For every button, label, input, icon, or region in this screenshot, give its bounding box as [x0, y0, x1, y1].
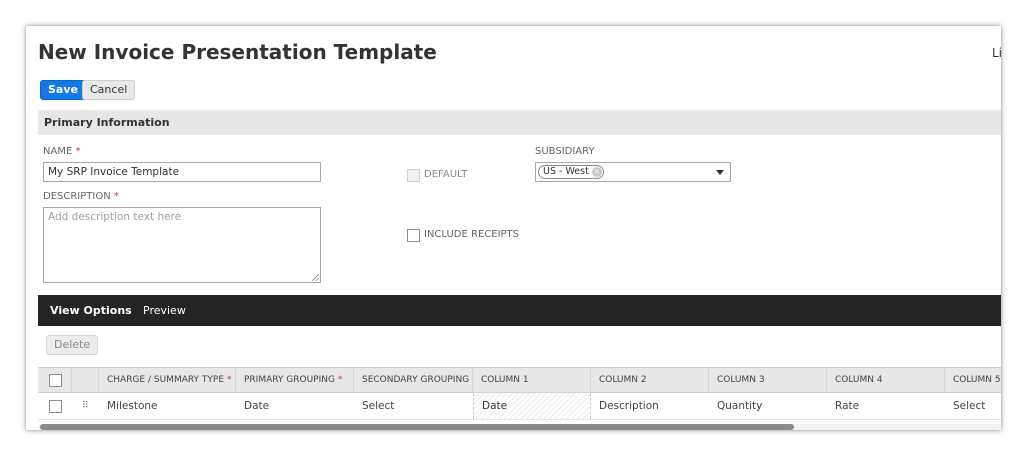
cell-column-1[interactable]: Date	[473, 393, 591, 419]
horizontal-scrollbar-thumb[interactable]	[40, 424, 794, 430]
name-input[interactable]: My SRP Invoice Template	[43, 162, 321, 182]
default-checkbox[interactable]	[407, 169, 420, 182]
drag-column-header	[72, 368, 99, 392]
tab-preview[interactable]: Preview	[143, 295, 186, 326]
column-header-charge-summary-type[interactable]: CHARGE / SUMMARY TYPE *	[99, 368, 236, 392]
remove-chip-icon[interactable]: ×	[591, 167, 602, 177]
column-header-primary-grouping[interactable]: PRIMARY GROUPING *	[236, 368, 354, 392]
cell-column-2[interactable]: Description	[591, 393, 709, 419]
cell-primary-grouping[interactable]: Date	[236, 393, 354, 419]
required-mark: *	[75, 146, 81, 157]
description-placeholder: Add description text here	[48, 211, 182, 223]
column-header-column-2[interactable]: COLUMN 2	[591, 368, 709, 392]
cell-secondary-grouping[interactable]: Select	[354, 393, 473, 419]
drag-handle-icon[interactable]: ⠿	[82, 401, 90, 412]
grid-header: CHARGE / SUMMARY TYPE * PRIMARY GROUPING…	[38, 367, 1001, 393]
required-mark: *	[337, 375, 343, 385]
column-header-column-5[interactable]: COLUMN 5	[945, 368, 1001, 392]
cancel-button[interactable]: Cancel	[82, 80, 136, 100]
subsidiary-chip-label: US - West	[543, 166, 589, 177]
cut-off-header-text: Li	[992, 46, 1001, 60]
cell-column-5[interactable]: Select	[945, 393, 1001, 419]
default-label: DEFAULT	[424, 169, 468, 180]
save-button[interactable]: Save	[40, 80, 86, 100]
invoice-template-form: New Invoice Presentation Template Li Sav…	[26, 26, 1001, 430]
delete-button[interactable]: Delete	[46, 335, 99, 355]
subsidiary-chip: US - West ×	[538, 165, 604, 179]
chevron-down-icon[interactable]	[716, 170, 724, 175]
include-receipts-checkbox[interactable]	[407, 229, 420, 242]
cell-column-3[interactable]: Quantity	[709, 393, 827, 419]
select-all-checkbox[interactable]	[49, 374, 62, 387]
name-label-text: NAME	[43, 146, 73, 157]
required-mark: *	[226, 375, 232, 385]
description-label-text: DESCRIPTION	[43, 191, 111, 202]
column-header-label: PRIMARY GROUPING	[244, 375, 335, 385]
required-mark: *	[113, 191, 119, 202]
tab-view-options[interactable]: View Options	[50, 295, 132, 326]
column-header-label: CHARGE / SUMMARY TYPE	[107, 375, 225, 385]
description-label: DESCRIPTION *	[43, 191, 119, 202]
name-label: NAME *	[43, 146, 80, 157]
select-all-cell	[38, 368, 72, 392]
column-header-column-1[interactable]: COLUMN 1	[473, 368, 591, 392]
cell-column-4[interactable]: Rate	[827, 393, 945, 419]
column-header-column-3[interactable]: COLUMN 3	[709, 368, 827, 392]
cell-charge-summary-type[interactable]: Milestone	[99, 393, 236, 419]
description-textarea[interactable]: Add description text here	[43, 207, 321, 283]
name-input-value: My SRP Invoice Template	[48, 166, 180, 178]
column-header-secondary-grouping[interactable]: SECONDARY GROUPING	[354, 368, 473, 392]
resize-handle-icon[interactable]	[312, 274, 319, 281]
subsidiary-label: SUBSIDIARY	[535, 146, 595, 157]
subsidiary-select[interactable]: US - West ×	[535, 162, 731, 182]
table-row[interactable]: ⠿ Milestone Date Select Date Description…	[38, 393, 1001, 420]
column-header-column-4[interactable]: COLUMN 4	[827, 368, 945, 392]
subtab-bar: View Options Preview	[38, 295, 1001, 326]
primary-information-header[interactable]: Primary Information	[38, 110, 1001, 135]
row-checkbox[interactable]	[49, 400, 62, 413]
include-receipts-label: INCLUDE RECEIPTS	[424, 229, 520, 240]
page-title: New Invoice Presentation Template	[38, 40, 437, 64]
